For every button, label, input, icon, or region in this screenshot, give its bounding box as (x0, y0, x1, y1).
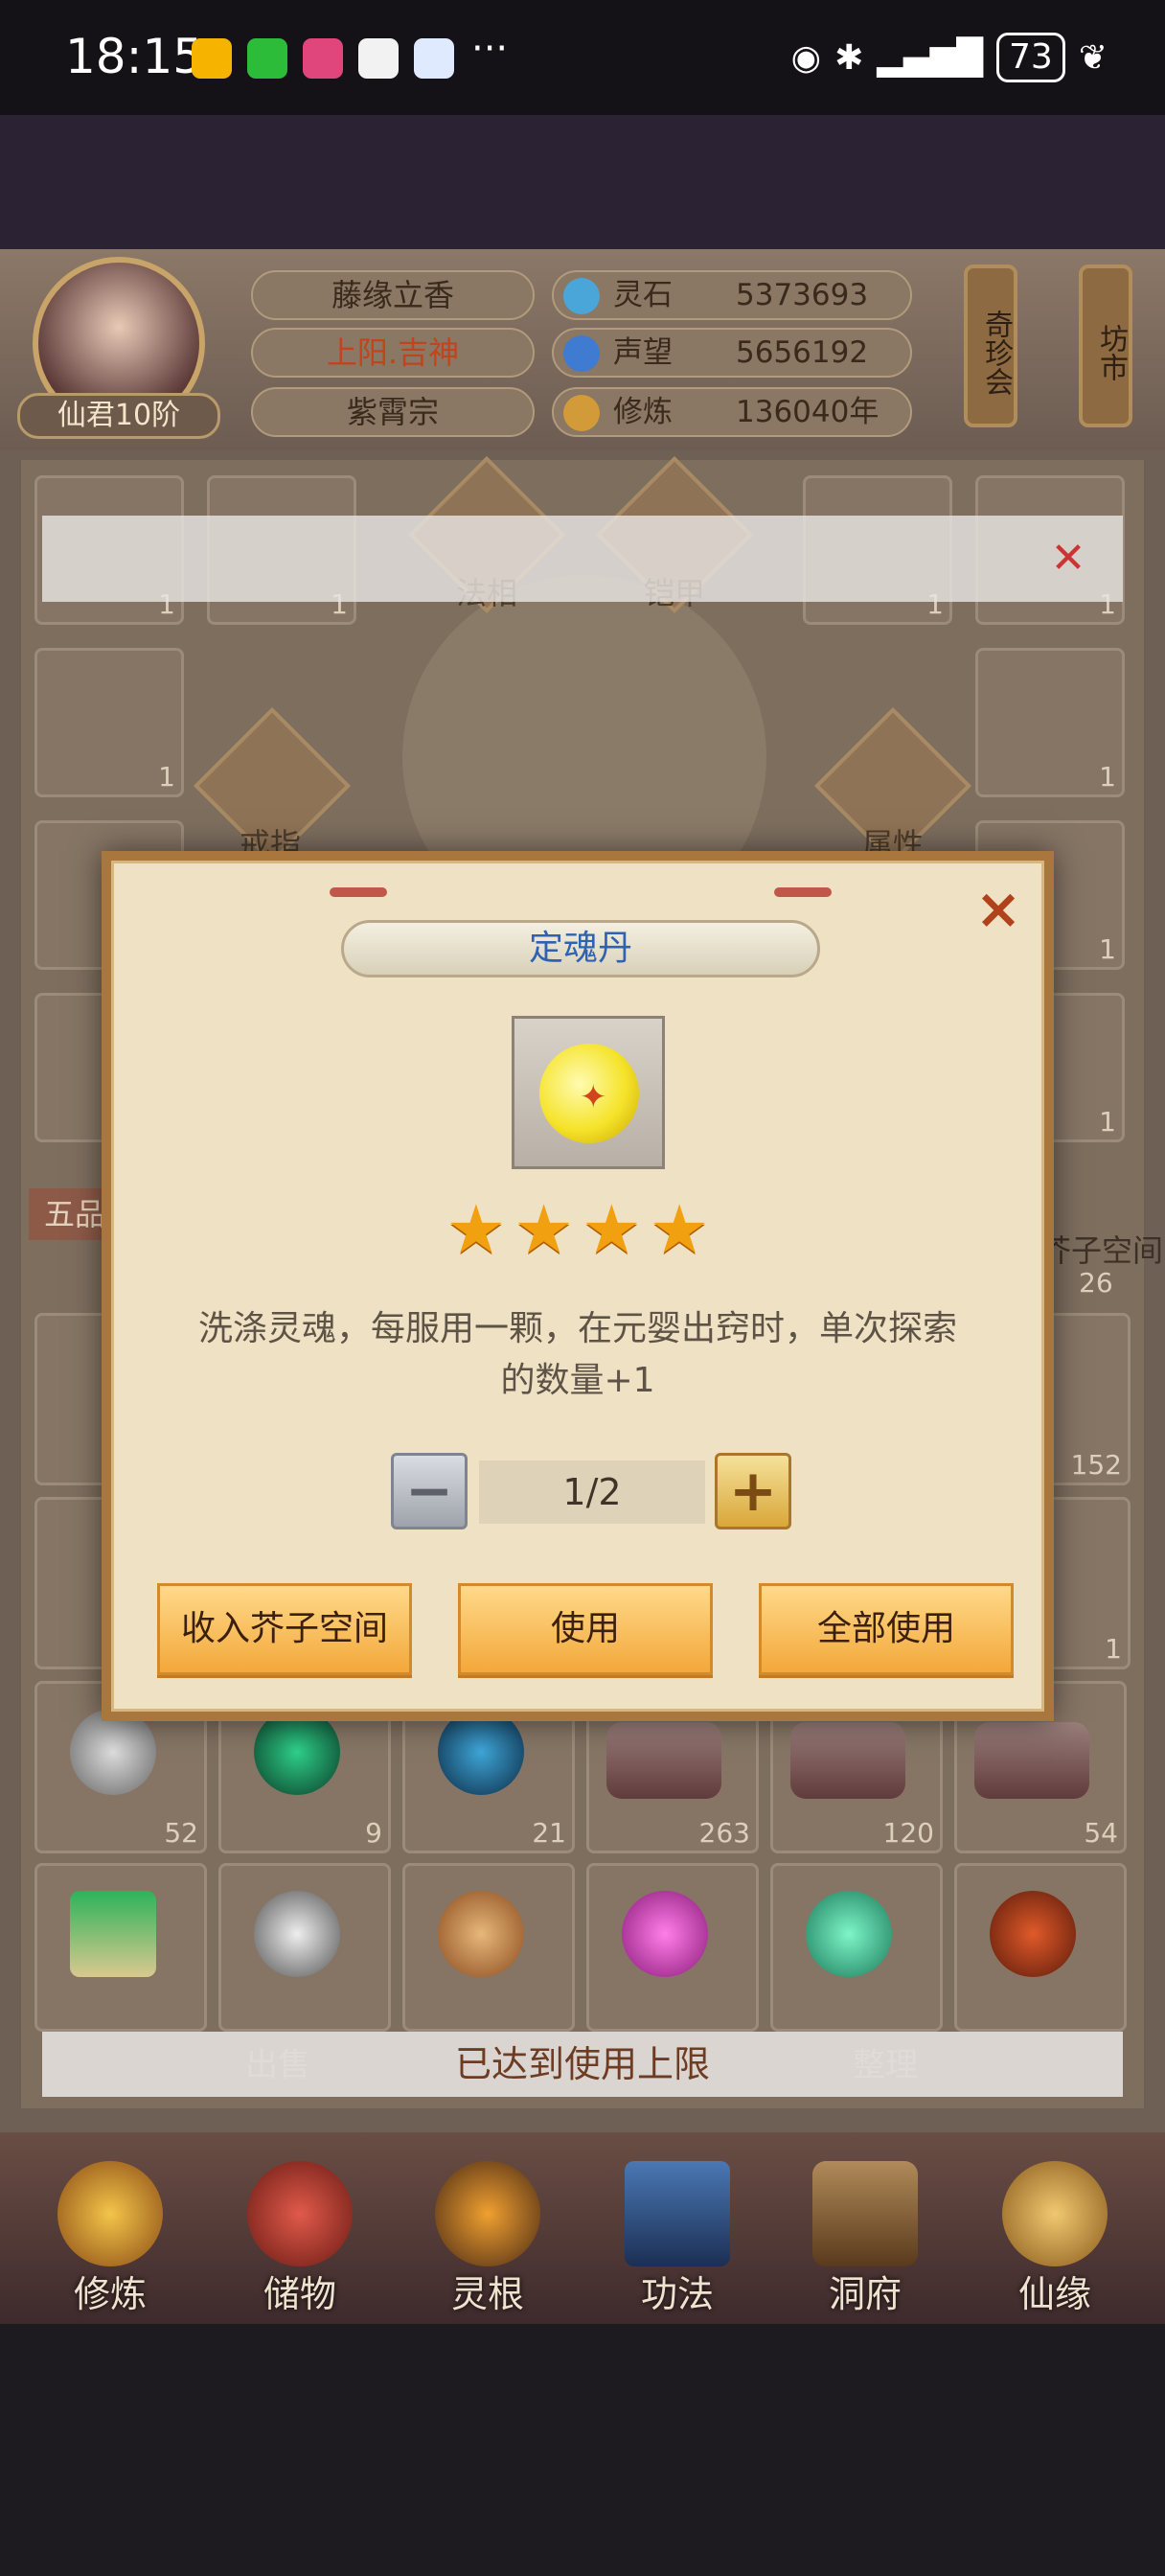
spirit-stone-value: 5373693 (736, 278, 869, 312)
star-icon: ★ (649, 1190, 710, 1269)
nav-technique[interactable]: 功法 (596, 2151, 759, 2315)
spirit-stone-icon (563, 278, 600, 314)
wechat-icon (247, 38, 287, 79)
item-detail-dialog: × 定魂丹 ✦ ★ ★ ★ ★ 洗涤灵魂，每服用一颗，在元婴出窍时，单次探索 的数量+… (102, 851, 1054, 1721)
mustard-space-label[interactable]: 芥子空间 (1040, 1227, 1163, 1271)
browser-icon (414, 38, 454, 79)
close-icon[interactable]: × (970, 880, 1027, 937)
battery-indicator: 73 (996, 33, 1065, 82)
signal-icon: ▂▄▆█ (877, 37, 984, 78)
bluetooth-icon: ✱ (834, 37, 864, 78)
nav-immortal-fate[interactable]: 仙缘 (973, 2151, 1136, 2315)
qq-icon (358, 38, 399, 79)
player-sect: 紫霄宗 (251, 387, 535, 437)
spark-icon: ✦ (580, 1078, 607, 1116)
player-name: 藤缘立香 (251, 270, 535, 320)
storage-item[interactable] (586, 1863, 759, 2032)
reputation-value: 5656192 (736, 335, 869, 370)
mustard-space-count: 26 (1079, 1267, 1113, 1299)
storage-item[interactable] (954, 1863, 1127, 2032)
notice-bar: ✕ (42, 516, 1123, 602)
banner-left-cap (330, 887, 387, 897)
nav-spirit-root[interactable]: 灵根 (406, 2151, 569, 2315)
nav-storage[interactable]: 储物 (218, 2151, 381, 2315)
cultivate-icon (57, 2161, 163, 2266)
storage-item[interactable] (402, 1863, 575, 2032)
reputation-label: 声望 (613, 335, 673, 370)
store-to-space-button[interactable]: 收入芥子空间 (157, 1583, 412, 1675)
nav-cave[interactable]: 洞府 (784, 2151, 947, 2315)
item-description: 洗涤灵魂，每服用一颗，在元婴出窍时，单次探索 的数量+1 (197, 1309, 957, 1400)
reputation-row: 声望 5656192 (552, 328, 912, 378)
soul-pill-icon: ✦ (539, 1044, 639, 1143)
cave-dwelling-icon (812, 2161, 918, 2266)
toast-message: 已达到使用上限 (42, 2032, 1123, 2097)
storage-bag-icon (247, 2161, 353, 2266)
spirit-stone-label: 灵石 (613, 278, 673, 312)
market-tab[interactable]: 坊市 (1079, 264, 1132, 427)
cultivation-row: 修炼 136040年 (552, 387, 912, 437)
leaf-icon: ❦ (1078, 37, 1108, 78)
mail-app-icon (192, 38, 232, 79)
player-rank: 仙君10阶 (17, 393, 220, 439)
spirit-root-icon (435, 2161, 540, 2266)
treasure-pavilion-tab[interactable]: 奇珍会 (964, 264, 1017, 427)
eye-comfort-icon: ◉ (790, 37, 822, 78)
reputation-crystal-icon (563, 335, 600, 372)
item-title: 定魂丹 (528, 929, 632, 968)
technique-book-icon (625, 2161, 730, 2266)
player-title: 上阳.吉神 (251, 328, 535, 378)
use-all-button[interactable]: 全部使用 (759, 1583, 1014, 1675)
star-icon: ★ (514, 1190, 574, 1269)
equip-slot[interactable]: 1 (34, 648, 184, 797)
toast-text: 已达到使用上限 (454, 2043, 710, 2085)
increase-button[interactable]: + (715, 1453, 791, 1530)
bottom-strip (0, 2324, 1165, 2576)
bilibili-icon (303, 38, 343, 79)
use-button[interactable]: 使用 (458, 1583, 713, 1675)
star-icon: ★ (582, 1190, 642, 1269)
star-icon: ★ (445, 1190, 507, 1269)
close-icon[interactable]: ✕ (1042, 533, 1094, 585)
nav-cultivate[interactable]: 修炼 (29, 2151, 192, 2315)
banner-right-cap (774, 887, 832, 897)
equip-slot[interactable]: 1 (975, 648, 1125, 797)
spirit-stone-row: 灵石 5373693 (552, 270, 912, 320)
status-bar: 18:15 ··· ◉ ✱ ▂▄▆█ 73 ❦ (0, 0, 1165, 115)
storage-item[interactable] (34, 1863, 207, 2032)
item-icon-frame: ✦ (512, 1016, 665, 1169)
meditation-icon (563, 395, 600, 431)
top-band (0, 115, 1165, 249)
quantity-value: 1/2 (479, 1460, 705, 1524)
decrease-button[interactable]: − (391, 1453, 468, 1530)
status-indicators: ◉ ✱ ▂▄▆█ 73 ❦ (791, 31, 1108, 84)
quantity-stepper: − 1/2 + (111, 1453, 1044, 1533)
storage-item[interactable] (770, 1863, 943, 2032)
storage-item[interactable] (218, 1863, 391, 2032)
item-star-rating: ★ ★ ★ ★ (111, 1196, 1044, 1263)
immortal-fate-icon (1002, 2161, 1108, 2266)
clock: 18:15 (65, 29, 204, 84)
item-title-banner: 定魂丹 (341, 920, 820, 978)
cultivation-label: 修炼 (613, 395, 673, 429)
more-notifications-icon: ··· (471, 27, 509, 71)
cultivation-value: 136040年 (736, 395, 879, 429)
